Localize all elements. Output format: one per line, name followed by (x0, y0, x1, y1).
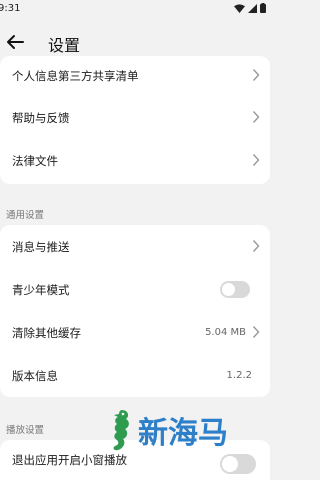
chevron-right-icon (252, 154, 260, 166)
seahorse-logo-icon (113, 410, 129, 451)
status-icons (234, 3, 266, 13)
watermark-text: 新海马 (138, 416, 228, 451)
settings-group-general: 消息与推送 青少年模式 清除其他缓存 5.04 MB 版本信息 1.2.2 (0, 225, 270, 397)
row-label: 版本信息 (12, 368, 58, 383)
chevron-right-icon (252, 111, 260, 123)
row-messages-push[interactable]: 消息与推送 (0, 225, 270, 268)
page-title: 设置 (48, 36, 81, 55)
watermark: 新海马 (108, 408, 228, 452)
chevron-right-icon (252, 69, 260, 81)
chevron-right-icon (252, 326, 260, 338)
section-label-general: 通用设置 (6, 210, 45, 221)
back-arrow-icon[interactable] (4, 31, 26, 53)
row-label: 法律文件 (12, 153, 58, 168)
row-label: 个人信息第三方共享清单 (12, 69, 139, 83)
row-label: 青少年模式 (12, 282, 70, 297)
status-bar: 9:31 (0, 0, 270, 20)
pip-toggle[interactable] (220, 454, 256, 474)
wifi-icon (234, 3, 245, 13)
settings-group-about: 个人信息第三方共享清单 帮助与反馈 法律文件 (0, 56, 270, 184)
chevron-right-icon (252, 240, 260, 252)
status-time: 9:31 (0, 3, 21, 14)
row-legal-documents[interactable]: 法律文件 (0, 139, 270, 182)
signal-icon (248, 3, 257, 13)
row-label: 退出应用开启小窗播放 (12, 453, 127, 467)
battery-icon (260, 3, 266, 13)
row-help-feedback[interactable]: 帮助与反馈 (0, 96, 270, 139)
row-label: 消息与推送 (12, 239, 70, 254)
toggle-knob (222, 283, 235, 296)
row-label: 清除其他缓存 (12, 325, 81, 340)
toggle-knob (222, 456, 238, 472)
row-version-info: 版本信息 1.2.2 (0, 354, 270, 397)
section-label-playback: 播放设置 (6, 425, 45, 436)
cache-size-value: 5.04 MB (205, 327, 246, 338)
teen-mode-toggle[interactable] (220, 281, 250, 298)
row-teen-mode: 青少年模式 (0, 268, 270, 311)
row-third-party-sharing[interactable]: 个人信息第三方共享清单 (0, 56, 270, 96)
row-clear-cache[interactable]: 清除其他缓存 5.04 MB (0, 311, 270, 354)
row-label: 帮助与反馈 (12, 110, 70, 125)
version-value: 1.2.2 (226, 370, 252, 381)
